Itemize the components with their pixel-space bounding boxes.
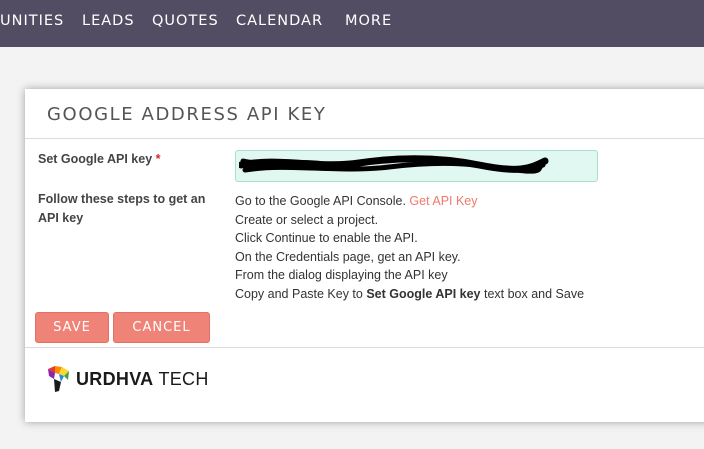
nav-item-quotes[interactable]: QUOTES	[152, 13, 219, 29]
steps-list: Go to the Google API Console. Get API Ke…	[235, 192, 584, 304]
save-button[interactable]: SAVE	[35, 312, 109, 343]
nav-item-opportunities[interactable]: UNITIES	[0, 13, 64, 29]
top-navigation-bar: UNITIES LEADS QUOTES CALENDAR MORE	[0, 0, 704, 47]
title-divider	[25, 138, 704, 139]
api-key-panel: GOOGLE ADDRESS API KEY Set Google API ke…	[25, 89, 704, 422]
api-key-input[interactable]	[235, 150, 598, 182]
step-1: Go to the Google API Console. Get API Ke…	[235, 192, 584, 211]
required-marker: *	[155, 152, 161, 166]
nav-item-calendar[interactable]: CALENDAR	[236, 13, 323, 29]
step-6-bold: Set Google API key	[366, 286, 481, 301]
urdhva-tech-logo: URDHVA TECH	[46, 365, 209, 393]
logo-brand-rest: TECH	[153, 368, 209, 389]
step-6-post: text box and Save	[480, 286, 585, 301]
logo-brand-bold: URDHVA	[76, 368, 154, 389]
cancel-button[interactable]: CANCEL	[113, 312, 210, 343]
logo-text: URDHVA TECH	[76, 369, 209, 390]
step-2: Create or select a project.	[235, 212, 379, 227]
step-5: From the dialog displaying the API key	[235, 268, 448, 283]
step-4: On the Credentials page, get an API key.	[235, 249, 461, 264]
panel-title: GOOGLE ADDRESS API KEY	[47, 104, 327, 125]
step-6: Copy and Paste Key to Set Google API key…	[235, 285, 584, 304]
api-key-label: Set Google API key *	[38, 150, 161, 169]
nav-item-more[interactable]: MORE	[345, 13, 392, 29]
nav-item-leads[interactable]: LEADS	[82, 13, 135, 29]
get-api-key-link[interactable]: Get API Key	[409, 194, 477, 208]
step-1-text: Go to the Google API Console.	[235, 194, 410, 208]
steps-label: Follow these steps to get an API key	[38, 192, 206, 225]
urdhva-logo-icon	[48, 366, 69, 392]
api-key-label-text: Set Google API key	[38, 152, 153, 166]
step-3: Click Continue to enable the API.	[235, 231, 418, 246]
step-6-pre: Copy and Paste Key to	[235, 286, 367, 301]
footer-divider	[25, 347, 704, 348]
